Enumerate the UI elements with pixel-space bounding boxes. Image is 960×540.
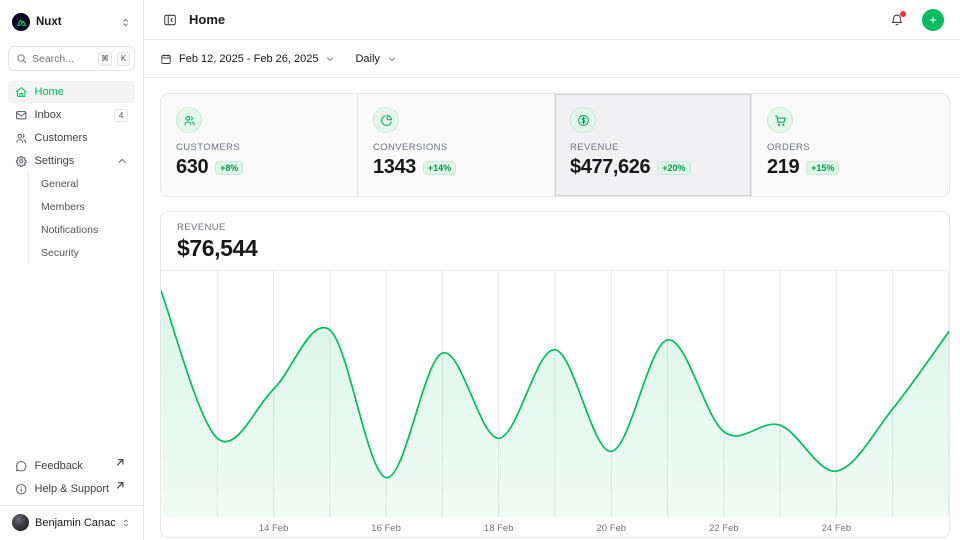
sidebar-item-label: Inbox	[35, 109, 108, 121]
svg-text:14 Feb: 14 Feb	[259, 523, 289, 534]
search-input[interactable]: Search... ⌘ K	[8, 46, 135, 71]
search-icon	[16, 53, 27, 64]
inbox-icon	[15, 109, 28, 122]
chart-title: REVENUE	[177, 222, 933, 233]
stat-delta-badge: +15%	[806, 161, 839, 175]
sidebar: Nuxt Search... ⌘ K Home Inbox 4 Cust	[0, 0, 144, 540]
sidebar-item-inbox[interactable]: Inbox 4	[8, 104, 135, 126]
date-range-picker[interactable]: Feb 12, 2025 - Feb 26, 2025	[160, 53, 335, 65]
footer-link-label: Feedback	[35, 460, 109, 472]
stat-value: 219	[767, 156, 799, 179]
stat-label: REVENUE	[570, 142, 736, 153]
revenue-chart-card: REVENUE $76,544 14 Feb 16 Feb 18 Feb 20 Feb…	[160, 211, 950, 538]
stat-delta-badge: +14%	[423, 161, 456, 175]
chart-total-value: $76,544	[177, 235, 933, 262]
notification-dot	[900, 11, 906, 17]
plus-icon	[928, 14, 938, 26]
sidebar-item-settings[interactable]: Settings	[8, 150, 135, 172]
collapse-sidebar-button[interactable]	[160, 10, 180, 30]
sidebar-item-customers[interactable]: Customers	[8, 127, 135, 149]
page-header: Home	[144, 0, 960, 40]
info-circle-icon	[15, 483, 28, 496]
help-support-link[interactable]: Help & Support	[8, 478, 135, 500]
chevrons-up-down-icon	[120, 17, 131, 28]
calendar-icon	[160, 53, 172, 65]
date-range-value: Feb 12, 2025 - Feb 26, 2025	[179, 53, 318, 65]
user-menu[interactable]: Benjamin Canac	[0, 505, 143, 540]
filters-toolbar: Feb 12, 2025 - Feb 26, 2025 Daily	[144, 40, 960, 78]
stat-label: CONVERSIONS	[373, 142, 539, 153]
stat-card-orders[interactable]: ORDERS 219 +15%	[752, 94, 949, 196]
home-icon	[15, 86, 28, 99]
pie-chart-icon	[373, 107, 399, 133]
kbd-cmd: ⌘	[98, 52, 112, 66]
stat-card-conversions[interactable]: CONVERSIONS 1343 +14%	[358, 94, 555, 196]
chart-header: REVENUE $76,544	[161, 212, 949, 271]
message-circle-icon	[15, 460, 28, 473]
circle-dollar-icon	[570, 107, 596, 133]
page-title: Home	[189, 12, 876, 27]
sidebar-nav: Home Inbox 4 Customers Settings General …	[8, 81, 135, 264]
sidebar-item-label: Home	[35, 86, 129, 98]
sidebar-item-home[interactable]: Home	[8, 81, 135, 103]
svg-text:20 Feb: 20 Feb	[597, 523, 627, 534]
sidebar-item-general[interactable]: General	[29, 173, 135, 195]
stat-card-revenue[interactable]: REVENUE $477,626 +20%	[555, 94, 752, 196]
interval-value: Daily	[355, 53, 379, 65]
revenue-area-chart[interactable]: 14 Feb 16 Feb 18 Feb 20 Feb 22 Feb 24 Feb	[161, 271, 949, 537]
svg-text:18 Feb: 18 Feb	[484, 523, 514, 534]
external-link-icon	[114, 456, 127, 469]
sidebar-item-security[interactable]: Security	[29, 242, 135, 264]
gear-icon	[15, 155, 28, 168]
sidebar-spacer	[8, 264, 135, 455]
sidebar-item-notifications[interactable]: Notifications	[29, 219, 135, 241]
sidebar-item-members[interactable]: Members	[29, 196, 135, 218]
chart-svg: 14 Feb 16 Feb 18 Feb 20 Feb 22 Feb 24 Feb	[161, 271, 949, 537]
feedback-link[interactable]: Feedback	[8, 455, 135, 477]
settings-subnav: General Members Notifications Security	[28, 173, 135, 264]
sidebar-item-label: Customers	[35, 132, 129, 144]
sidebar-footer-nav: Feedback Help & Support	[8, 455, 135, 505]
app-root: Nuxt Search... ⌘ K Home Inbox 4 Cust	[0, 0, 960, 540]
footer-link-label: Help & Support	[35, 483, 110, 495]
nuxt-logo-icon	[12, 13, 30, 31]
chevron-down-icon	[325, 54, 335, 64]
chevron-down-icon	[387, 54, 397, 64]
users-icon	[15, 132, 28, 145]
page-content: CUSTOMERS 630 +8% CONVERSIONS 1343 +14%	[144, 78, 960, 538]
stat-label: CUSTOMERS	[176, 142, 342, 153]
interval-select[interactable]: Daily	[355, 53, 396, 65]
stat-value: 630	[176, 156, 208, 179]
add-button[interactable]	[922, 9, 944, 31]
external-link-icon	[114, 479, 127, 492]
stat-label: ORDERS	[767, 142, 934, 153]
stat-delta-badge: +8%	[215, 161, 243, 175]
avatar	[12, 514, 29, 531]
stat-delta-badge: +20%	[657, 161, 690, 175]
svg-text:22 Feb: 22 Feb	[709, 523, 739, 534]
kbd-k: K	[117, 52, 130, 66]
stat-value: 1343	[373, 156, 416, 179]
stat-card-customers[interactable]: CUSTOMERS 630 +8%	[161, 94, 358, 196]
shopping-cart-icon	[767, 107, 793, 133]
stat-value: $477,626	[570, 156, 650, 179]
main-area: Home Feb 12, 2025 - Feb 26, 2025 Daily	[144, 0, 960, 540]
sidebar-item-label: Settings	[35, 155, 109, 167]
svg-text:16 Feb: 16 Feb	[371, 523, 401, 534]
chevrons-up-down-icon	[121, 518, 131, 528]
inbox-count-badge: 4	[114, 109, 128, 122]
panel-left-close-icon	[163, 13, 177, 27]
chevron-up-icon	[116, 155, 129, 168]
workspace-switcher[interactable]: Nuxt	[8, 10, 135, 34]
svg-text:24 Feb: 24 Feb	[822, 523, 852, 534]
stats-panel: CUSTOMERS 630 +8% CONVERSIONS 1343 +14%	[160, 93, 950, 197]
user-name: Benjamin Canac	[35, 517, 115, 529]
workspace-name: Nuxt	[36, 16, 114, 28]
notifications-button[interactable]	[885, 8, 909, 32]
users-icon	[176, 107, 202, 133]
search-placeholder: Search...	[32, 53, 93, 65]
